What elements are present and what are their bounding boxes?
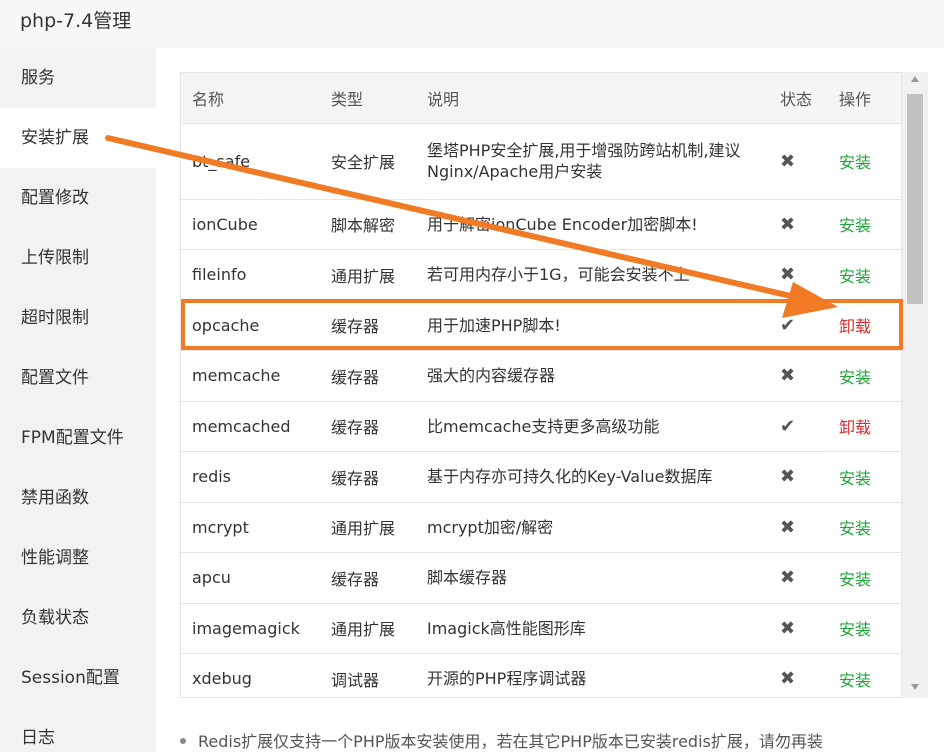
annotation-arrow-icon bbox=[105, 135, 838, 318]
